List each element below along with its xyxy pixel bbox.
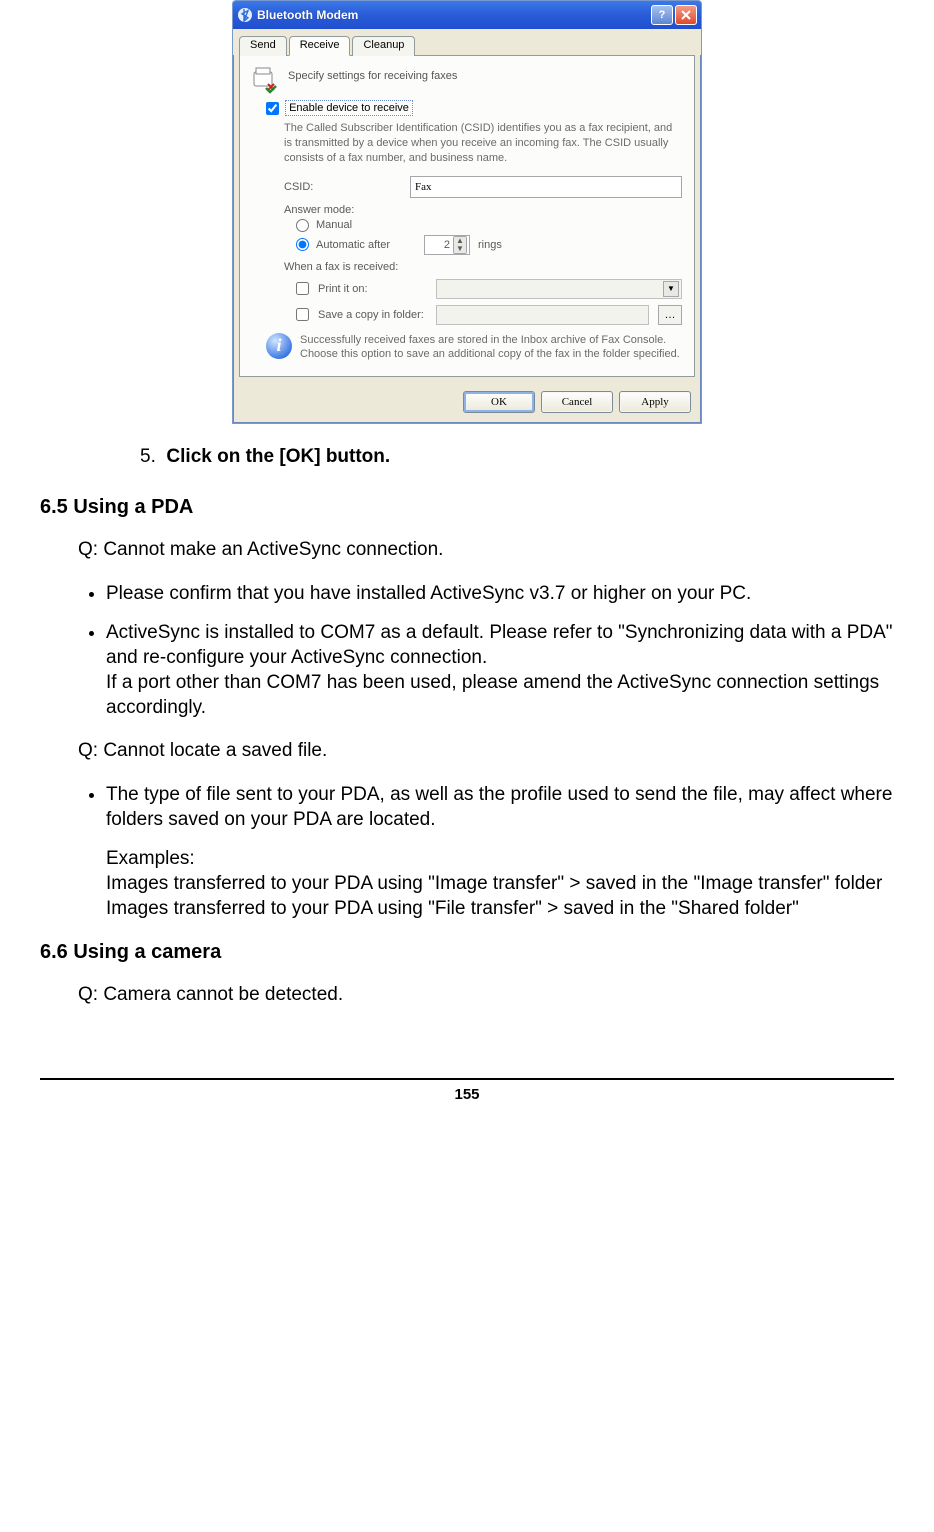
browse-folder-button[interactable]: … xyxy=(658,305,682,325)
example-image-transfer: Images transferred to your PDA using "Im… xyxy=(106,873,882,894)
spinner-down[interactable]: ▼ xyxy=(454,245,466,253)
info-icon: i xyxy=(266,333,292,359)
apply-button[interactable]: Apply xyxy=(619,391,691,413)
spinner-buttons[interactable]: ▲ ▼ xyxy=(453,236,467,254)
ok-button[interactable]: OK xyxy=(463,391,535,413)
answer-mode-auto-radio[interactable] xyxy=(296,238,309,251)
dialog-title: Bluetooth Modem xyxy=(257,8,649,22)
chevron-down-icon[interactable]: ▼ xyxy=(663,281,679,297)
bullet-activesync-version: Please confirm that you have installed A… xyxy=(106,581,894,606)
enable-receive-checkbox[interactable] xyxy=(266,102,279,115)
help-button[interactable]: ? xyxy=(651,5,673,25)
close-button[interactable] xyxy=(675,5,697,25)
answer-mode-manual-radio[interactable] xyxy=(296,219,309,232)
answer-mode-label: Answer mode: xyxy=(284,204,682,216)
document-body: 5. Click on the [OK] button. 6.5 Using a… xyxy=(40,444,894,1007)
printer-combo[interactable]: ▼ xyxy=(436,279,682,299)
step-text: Click on the [OK] button. xyxy=(166,446,390,467)
when-received-label: When a fax is received: xyxy=(284,261,682,273)
section-6-6-heading: 6.6 Using a camera xyxy=(40,939,894,966)
dialog-button-row: OK Cancel Apply xyxy=(233,383,701,423)
question-saved-file: Q: Cannot locate a saved file. xyxy=(78,738,894,764)
question-camera: Q: Camera cannot be detected. xyxy=(78,982,894,1008)
folder-input[interactable] xyxy=(436,305,649,325)
panel-heading: Specify settings for receiving faxes xyxy=(288,66,457,82)
examples-label: Examples: xyxy=(106,848,195,869)
print-checkbox[interactable] xyxy=(296,282,309,295)
tab-receive[interactable]: Receive xyxy=(289,36,351,56)
fax-settings-icon xyxy=(252,66,280,94)
rings-spinner[interactable]: 2 ▲ ▼ xyxy=(424,235,470,255)
csid-label: CSID: xyxy=(284,181,404,193)
step-number: 5. xyxy=(140,446,156,467)
page-number: 155 xyxy=(40,1078,894,1103)
section-6-5-heading: 6.5 Using a PDA xyxy=(40,494,894,521)
example-file-transfer: Images transferred to your PDA using "Fi… xyxy=(106,898,799,919)
print-label[interactable]: Print it on: xyxy=(318,283,430,295)
rings-label: rings xyxy=(478,239,502,251)
info-text: Successfully received faxes are stored i… xyxy=(300,333,682,363)
tab-cleanup[interactable]: Cleanup xyxy=(352,36,415,56)
bluetooth-icon xyxy=(237,7,253,23)
save-copy-checkbox[interactable] xyxy=(296,308,309,321)
csid-input[interactable] xyxy=(410,176,682,198)
csid-description: The Called Subscriber Identification (CS… xyxy=(284,121,682,166)
save-copy-label[interactable]: Save a copy in folder: xyxy=(318,309,430,321)
cancel-button[interactable]: Cancel xyxy=(541,391,613,413)
question-activesync: Q: Cannot make an ActiveSync connection. xyxy=(78,537,894,563)
dialog-titlebar[interactable]: Bluetooth Modem ? xyxy=(233,1,701,29)
tab-send[interactable]: Send xyxy=(239,36,287,56)
answer-mode-manual-label[interactable]: Manual xyxy=(316,219,352,231)
answer-mode-auto-label[interactable]: Automatic after xyxy=(316,239,390,251)
bullet-file-location: The type of file sent to your PDA, as we… xyxy=(106,782,894,921)
tab-strip: Send Receive Cleanup xyxy=(233,29,701,55)
bluetooth-modem-dialog: Bluetooth Modem ? Send Receive Cleanup xyxy=(232,0,702,424)
enable-receive-label[interactable]: Enable device to receive xyxy=(285,100,413,116)
receive-panel: Specify settings for receiving faxes Ena… xyxy=(239,55,695,377)
bullet-activesync-com7: ActiveSync is installed to COM7 as a def… xyxy=(106,620,894,720)
